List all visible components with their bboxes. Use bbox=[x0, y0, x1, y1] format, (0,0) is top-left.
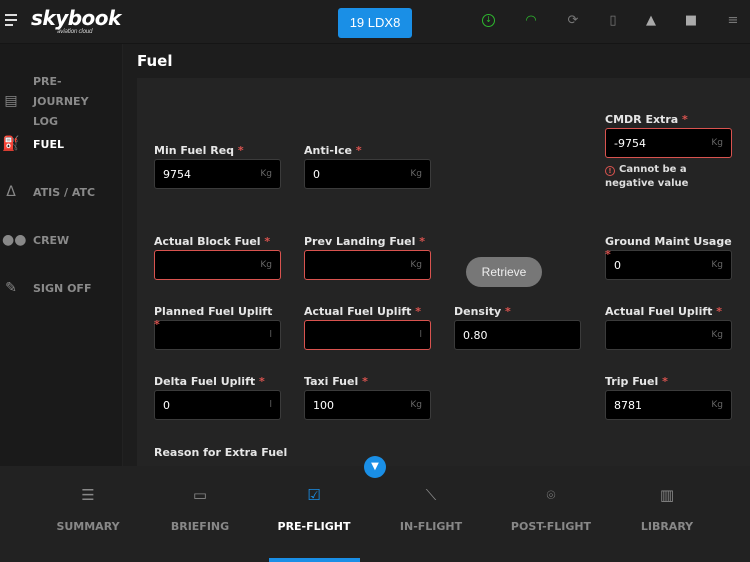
page-title: Fuel bbox=[137, 52, 173, 70]
tab-summary[interactable]: ☰ SUMMARY bbox=[33, 486, 143, 533]
bell-icon[interactable]: ▲ bbox=[644, 14, 658, 28]
menu-icon[interactable] bbox=[5, 14, 17, 28]
route-icon: ⟍ bbox=[425, 486, 437, 504]
actual-block-fuel-field: Actual Block Fuel * Kg bbox=[154, 235, 281, 280]
sidebar-item-label: ATIS / ATC bbox=[33, 186, 96, 199]
field-label: Delta Fuel Uplift * bbox=[154, 375, 265, 388]
prev-landing-fuel-input[interactable]: Kg bbox=[304, 250, 431, 280]
delta-fuel-uplift-input[interactable]: 0l bbox=[154, 390, 281, 420]
map-icon: ▭ bbox=[192, 486, 208, 504]
trip-fuel-field: Trip Fuel * 8781 Kg bbox=[605, 375, 732, 420]
antenna-icon: ᐃ bbox=[6, 184, 16, 200]
library-books-icon: ▥ bbox=[659, 486, 675, 504]
error-icon: ! bbox=[605, 166, 615, 176]
field-label: Actual Fuel Uplift * bbox=[605, 305, 723, 318]
tab-briefing[interactable]: ▭ BRIEFING bbox=[145, 486, 255, 533]
actual-fuel-uplift-kg-field: Actual Fuel Uplift * Kg bbox=[605, 305, 732, 350]
field-label: Min Fuel Req * bbox=[154, 144, 244, 157]
trip-fuel-input[interactable]: 8781 Kg bbox=[605, 390, 732, 420]
sidebar-item-label: FUEL bbox=[33, 138, 64, 151]
bookmark-icon[interactable]: ▯ bbox=[606, 14, 620, 28]
tab-label: BRIEFING bbox=[170, 520, 230, 533]
cmdr-extra-error: ! Cannot be a negative value bbox=[605, 164, 689, 189]
field-label: Trip Fuel * bbox=[605, 375, 668, 388]
field-label: Planned Fuel Uplift * bbox=[154, 305, 273, 331]
sidebar-item-fuel[interactable]: ⛽ FUEL bbox=[0, 135, 123, 155]
field-label: Prev Landing Fuel * bbox=[304, 235, 426, 248]
field-label: Ground Maint Usage * bbox=[605, 235, 732, 261]
sidebar: ▤ PRE-JOURNEY LOG ⛽ FUEL ᐃ ATIS / ATC ●● CRE… bbox=[0, 44, 123, 466]
field-label: Actual Fuel Uplift * bbox=[304, 305, 422, 318]
sidebar-item-atis-atc[interactable]: ᐃ ATIS / ATC bbox=[0, 183, 123, 203]
bottom-tab-bar: ☰ SUMMARY ▭ BRIEFING ☑ PRE-FLIGHT ⟍ IN-FLIGH… bbox=[0, 466, 750, 562]
min-fuel-req-field: Min Fuel Req * 9754 Kg bbox=[154, 144, 281, 189]
list-icon: ☰ bbox=[81, 486, 95, 504]
field-label: Anti-Ice * bbox=[304, 144, 362, 157]
crew-icon: ●● bbox=[2, 232, 27, 248]
active-tab-indicator bbox=[269, 558, 360, 562]
flight-number-button[interactable]: 19 LDX8 bbox=[338, 8, 412, 38]
sidebar-item-label: PRE-JOURNEY LOG bbox=[33, 75, 89, 128]
sidebar-item-pre-journey-log[interactable]: ▤ PRE-JOURNEY LOG bbox=[0, 72, 123, 132]
location-pin-icon: ⌾ bbox=[546, 486, 556, 504]
logo-text: skybook bbox=[31, 6, 121, 30]
tab-label: LIBRARY bbox=[640, 520, 694, 533]
min-fuel-req-input[interactable]: 9754 Kg bbox=[154, 159, 281, 189]
tab-in-flight[interactable]: ⟍ IN-FLIGHT bbox=[376, 486, 486, 533]
top-bar: skybook aviation cloud 19 LDX8 ↓ ◠ ⟳ ▯ ▲ … bbox=[0, 0, 750, 44]
field-label: CMDR Extra * bbox=[605, 113, 688, 126]
anti-ice-field: Anti-Ice * 0 Kg bbox=[304, 144, 431, 189]
tab-label: SUMMARY bbox=[56, 520, 120, 533]
sidebar-item-crew[interactable]: ●● CREW bbox=[0, 231, 123, 251]
sidebar-item-label: SIGN OFF bbox=[33, 282, 92, 295]
tab-post-flight[interactable]: ⌾ POST-FLIGHT bbox=[496, 486, 606, 533]
prev-landing-fuel-field: Prev Landing Fuel * Kg bbox=[304, 235, 431, 280]
wifi-icon[interactable]: ◠ bbox=[524, 14, 538, 28]
retrieve-button[interactable]: Retrieve bbox=[466, 257, 542, 287]
field-label: Actual Block Fuel * bbox=[154, 235, 271, 248]
cmdr-extra-field: CMDR Extra * -9754 Kg ! Cannot be a negative… bbox=[605, 113, 732, 191]
logbook-icon: ▤ bbox=[4, 93, 18, 109]
cmdr-extra-input[interactable]: -9754 Kg bbox=[605, 128, 732, 158]
download-icon[interactable]: ↓ bbox=[482, 14, 495, 27]
field-label: Taxi Fuel * bbox=[304, 375, 368, 388]
chevron-down-icon[interactable]: ▼ bbox=[364, 456, 386, 478]
camera-icon[interactable]: ■ bbox=[684, 14, 698, 28]
logo-subtitle: aviation cloud bbox=[57, 28, 93, 35]
ground-maint-usage-input[interactable]: 0 Kg bbox=[605, 250, 732, 280]
signature-icon: ✎ bbox=[5, 280, 17, 296]
sidebar-item-sign-off[interactable]: ✎ SIGN OFF bbox=[0, 279, 123, 299]
anti-ice-input[interactable]: 0 Kg bbox=[304, 159, 431, 189]
sidebar-item-label: CREW bbox=[33, 234, 70, 247]
field-label: Density * bbox=[454, 305, 511, 318]
actual-fuel-uplift-litres-field: Actual Fuel Uplift * l bbox=[304, 305, 431, 350]
tab-pre-flight[interactable]: ☑ PRE-FLIGHT bbox=[259, 486, 369, 533]
tab-library[interactable]: ▥ LIBRARY bbox=[612, 486, 722, 533]
skybook-logo: skybook aviation cloud bbox=[31, 6, 121, 35]
actual-block-fuel-input[interactable]: Kg bbox=[154, 250, 281, 280]
tab-label: POST-FLIGHT bbox=[510, 520, 592, 533]
checklist-icon: ☑ bbox=[307, 486, 321, 504]
planned-fuel-uplift-field: Planned Fuel Uplift * l bbox=[154, 305, 281, 350]
actual-fuel-uplift-kg-input[interactable]: Kg bbox=[605, 320, 732, 350]
sync-icon[interactable]: ⟳ bbox=[566, 14, 580, 28]
ground-maint-usage-field: Ground Maint Usage * 0 Kg bbox=[605, 235, 732, 280]
tab-label: IN-FLIGHT bbox=[399, 520, 463, 533]
density-input[interactable]: 0.80 bbox=[454, 320, 581, 350]
taxi-fuel-field: Taxi Fuel * 100 Kg bbox=[304, 375, 431, 420]
tab-label: PRE-FLIGHT bbox=[277, 520, 351, 533]
delta-fuel-uplift-field: Delta Fuel Uplift * 0 l bbox=[154, 375, 281, 420]
taxi-fuel-input[interactable]: 100 Kg bbox=[304, 390, 431, 420]
actual-fuel-uplift-litres-input[interactable]: l bbox=[304, 320, 431, 350]
planned-fuel-uplift-input[interactable]: l bbox=[154, 320, 281, 350]
reason-for-extra-fuel-label: Reason for Extra Fuel bbox=[154, 446, 288, 459]
fuel-pump-icon: ⛽ bbox=[2, 136, 20, 152]
settings-sliders-icon[interactable]: ≡ bbox=[726, 14, 740, 28]
density-field: Density * 0.80 bbox=[454, 305, 581, 350]
